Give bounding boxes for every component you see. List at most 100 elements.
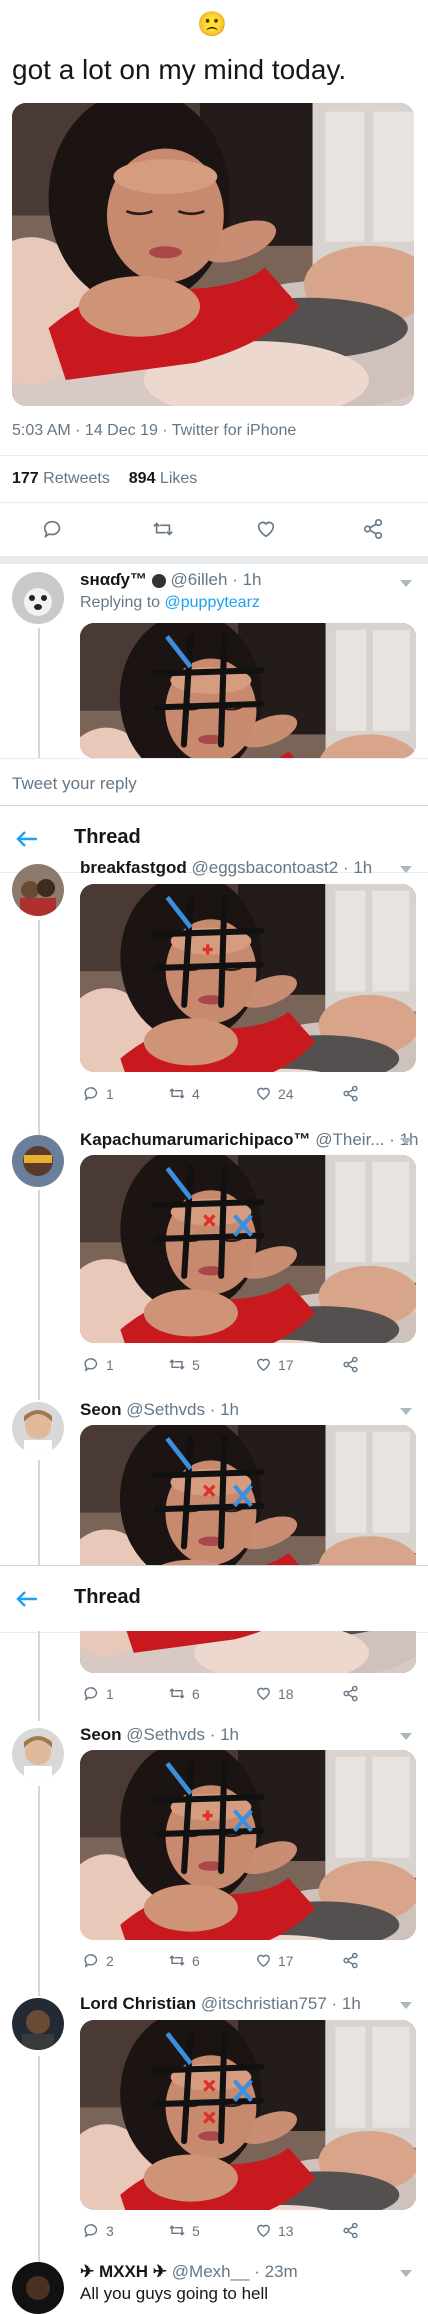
avatar[interactable] (12, 1135, 64, 1187)
tweet-header: Kapachumarumarichipaco™ @Their... · 1h (80, 1130, 419, 1150)
main-tweet-text: got a lot on my mind today. (12, 54, 347, 85)
display-name[interactable]: Kapachumarumarichipaco™ (80, 1130, 311, 1149)
like-button[interactable]: 13 (255, 2222, 294, 2239)
retweet-icon (169, 1088, 185, 1099)
chevron-down-icon[interactable] (400, 1408, 412, 1415)
chevron-down-icon[interactable] (400, 580, 412, 587)
reply-icon (84, 1954, 98, 1968)
share-button[interactable] (342, 1085, 359, 1102)
share-icon (343, 2222, 358, 2239)
like-button[interactable] (255, 518, 277, 540)
thread-title: Thread (74, 826, 141, 848)
heart-icon (257, 1954, 270, 1968)
tweet-header: Seon @Sethvds · 1h (80, 1725, 239, 1745)
handle: @Sethvds · 1h (126, 1400, 239, 1419)
thread-line (38, 1460, 40, 1580)
tweet-photo[interactable] (80, 1631, 416, 1673)
share-button[interactable] (342, 1685, 359, 1702)
share-button[interactable] (342, 1952, 359, 1969)
tweet-photo[interactable] (80, 623, 416, 758)
retweet-button[interactable]: 4 (168, 1085, 200, 1102)
retweet-count: 4 (192, 1085, 200, 1102)
tweet-photo[interactable] (80, 1750, 416, 1940)
retweet-icon (169, 1955, 185, 1966)
reply-count: 1 (106, 1085, 114, 1102)
avatar[interactable] (12, 2262, 64, 2314)
chevron-down-icon[interactable] (400, 2002, 412, 2009)
avatar[interactable] (12, 572, 64, 624)
like-count: 17 (278, 1356, 294, 1373)
display-name[interactable]: ✈ MXXH ✈ (80, 2262, 167, 2281)
thread-line (38, 628, 40, 758)
display-name[interactable]: Seon (80, 1400, 122, 1419)
chevron-down-icon[interactable] (400, 1138, 412, 1145)
avatar[interactable] (12, 1998, 64, 2050)
retweet-icon (169, 2225, 185, 2236)
reply-count: 3 (106, 2222, 114, 2239)
display-name[interactable]: breakfastgod (80, 858, 187, 877)
chevron-down-icon[interactable] (400, 2270, 412, 2277)
display-name[interactable]: ѕнαɗу™ (80, 570, 147, 589)
tweet-photo[interactable] (80, 1155, 416, 1343)
reply-composer-input[interactable]: Tweet your reply (12, 774, 137, 794)
main-tweet-meta: 5:03 AM · 14 Dec 19 · Twitter for iPhone (12, 422, 296, 440)
tweet-photo[interactable] (80, 1425, 416, 1580)
replying-to-link[interactable]: @puppytearz (165, 594, 260, 611)
back-arrow-icon[interactable] (16, 830, 38, 848)
retweet-button[interactable]: 5 (168, 2222, 200, 2239)
like-count: 13 (278, 2222, 294, 2239)
likes-label: Likes (159, 470, 198, 487)
like-button[interactable]: 17 (255, 1356, 294, 1373)
reply-count: 1 (106, 1685, 114, 1702)
share-button[interactable] (342, 1356, 359, 1373)
chevron-down-icon[interactable] (400, 866, 412, 873)
tweet-photo[interactable] (80, 2020, 416, 2210)
heart-icon (257, 1358, 270, 1372)
reply-button[interactable]: 2 (83, 1952, 114, 1969)
display-name[interactable]: Lord Christian (80, 1994, 196, 2013)
tweet-photo[interactable] (80, 884, 416, 1072)
back-arrow-icon[interactable] (16, 1590, 38, 1608)
handle: @Mexh__ · 23m (171, 2262, 298, 2281)
handle: @Sethvds · 1h (126, 1725, 239, 1744)
avatar[interactable] (12, 864, 64, 916)
share-icon (343, 1085, 358, 1102)
retweet-button[interactable]: 6 (168, 1952, 200, 1969)
like-count: 18 (278, 1685, 294, 1702)
retweets-count[interactable]: 177 (12, 470, 39, 487)
like-button[interactable]: 18 (255, 1685, 294, 1702)
handle: @6illeh · 1h (170, 570, 262, 589)
retweet-count: 6 (192, 1952, 200, 1969)
retweet-icon (153, 522, 173, 536)
retweet-button[interactable]: 6 (168, 1685, 200, 1702)
share-icon (343, 1952, 358, 1969)
retweet-button[interactable]: 5 (168, 1356, 200, 1373)
like-button[interactable]: 17 (255, 1952, 294, 1969)
likes-count[interactable]: 894 (129, 470, 156, 487)
retweet-count: 5 (192, 1356, 200, 1373)
retweet-button[interactable] (151, 518, 175, 540)
avatar[interactable] (12, 1728, 64, 1780)
display-name[interactable]: Seon (80, 1725, 122, 1744)
share-button[interactable] (342, 2222, 359, 2239)
replying-label: Replying to (80, 594, 165, 611)
like-count: 17 (278, 1952, 294, 1969)
reply-button[interactable]: 1 (83, 1356, 114, 1373)
reply-button[interactable]: 3 (83, 2222, 114, 2239)
avatar[interactable] (12, 1402, 64, 1454)
chevron-down-icon[interactable] (400, 1733, 412, 1740)
reply-button[interactable]: 1 (83, 1085, 114, 1102)
share-button[interactable] (362, 518, 384, 540)
reply-button[interactable]: 1 (83, 1685, 114, 1702)
heart-icon (257, 1087, 270, 1101)
reply-icon (84, 1358, 98, 1372)
thread-line (38, 1631, 40, 1721)
retweet-count: 5 (192, 2222, 200, 2239)
tweet-header: breakfastgod @eggsbacontoast2 · 1h (80, 858, 372, 878)
retweet-count: 6 (192, 1685, 200, 1702)
thread-line (38, 2056, 40, 2266)
reply-button[interactable] (42, 518, 64, 540)
like-button[interactable]: 24 (255, 1085, 294, 1102)
share-icon (343, 1356, 358, 1373)
main-tweet-photo[interactable] (12, 103, 414, 406)
